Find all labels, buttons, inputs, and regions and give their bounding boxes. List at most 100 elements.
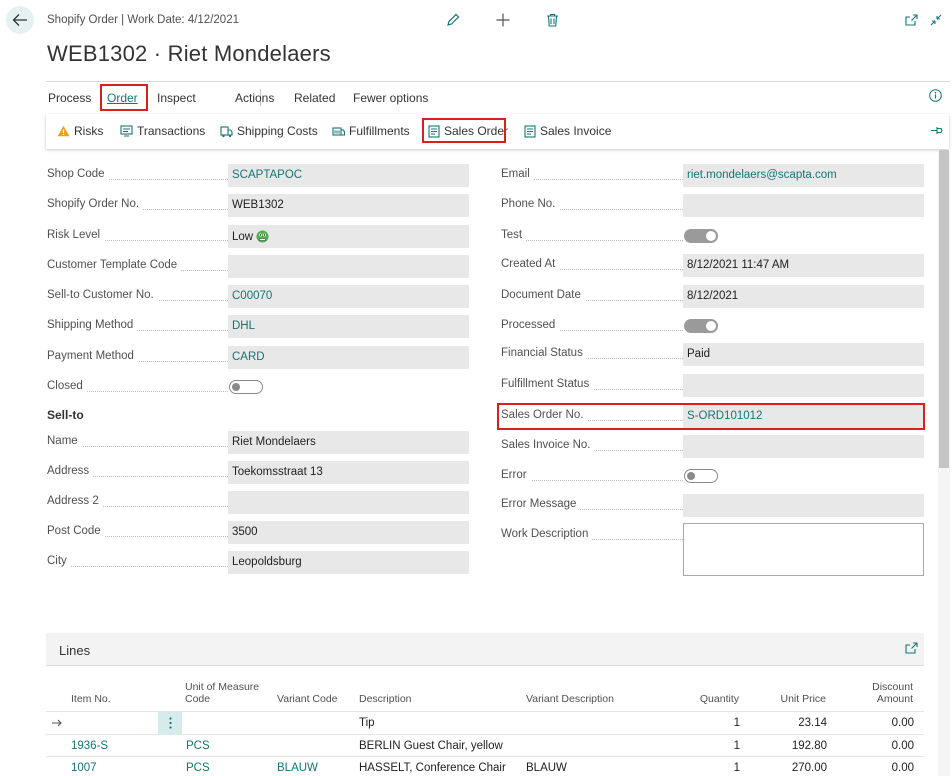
row-variant-code[interactable]: BLAUW	[277, 762, 318, 774]
risks-button[interactable]: Risks	[57, 124, 103, 138]
fulfillments-button[interactable]: Fulfillments	[332, 124, 410, 138]
field-error-message: Error Message	[501, 494, 924, 517]
info-icon	[929, 89, 942, 102]
field-phone-no: Phone No.	[501, 194, 924, 217]
highlight-box-sales-order	[422, 118, 506, 143]
address-value[interactable]: Toekomsstraat 13	[228, 461, 469, 484]
phone-no-value[interactable]	[683, 194, 924, 217]
col-variant-description[interactable]: Variant Description	[526, 693, 614, 705]
work-description-textarea[interactable]	[683, 523, 924, 576]
sell-to-customer-no-value[interactable]: C00070	[228, 285, 469, 308]
row-description: Tip	[359, 717, 375, 729]
field-city: City Leopoldsburg	[47, 551, 469, 574]
created-at-value: 8/12/2021 11:47 AM	[683, 254, 924, 277]
scrollbar-thumb[interactable]	[939, 150, 949, 468]
row-discount: 0.00	[891, 717, 914, 729]
current-row-arrow-icon	[52, 719, 62, 727]
field-payment-method: Payment Method CARD	[47, 346, 469, 369]
field-error: Error	[501, 465, 924, 488]
address-2-value[interactable]	[228, 491, 469, 514]
menu-inspect[interactable]: Inspect	[157, 91, 196, 105]
col-item-no[interactable]: Item No.	[71, 693, 111, 705]
highlight-box-sales-order-no	[497, 403, 925, 430]
row-variant-description: BLAUW	[526, 762, 567, 774]
closed-toggle[interactable]	[229, 380, 263, 394]
post-code-value[interactable]: 3500	[228, 521, 469, 544]
field-sales-invoice-no: Sales Invoice No.	[501, 435, 924, 458]
delete-button[interactable]	[544, 12, 560, 28]
shopify-order-no-value: WEB1302	[228, 194, 469, 217]
error-toggle[interactable]	[684, 469, 718, 483]
field-fulfillment-status: Fulfillment Status	[501, 374, 924, 397]
col-uom-line1[interactable]: Unit of Measure	[185, 681, 259, 693]
menu-fewer-options[interactable]: Fewer options	[353, 91, 428, 105]
shipping-method-value[interactable]: DHL	[228, 315, 469, 338]
field-customer-template-code: Customer Template Code	[47, 255, 469, 278]
row-description: HASSELT, Conference Chair	[359, 762, 506, 774]
open-new-window-button[interactable]	[903, 12, 919, 28]
collapse-icon	[930, 14, 942, 26]
row-description: BERLIN Guest Chair, yellow	[359, 740, 503, 752]
col-quantity[interactable]: Quantity	[669, 693, 739, 705]
field-processed: Processed	[501, 315, 924, 338]
risks-label: Risks	[74, 124, 104, 138]
field-test: Test	[501, 225, 924, 248]
row-uom[interactable]: PCS	[186, 762, 210, 774]
lines-expand-button[interactable]	[905, 642, 918, 657]
shipping-costs-button[interactable]: Shipping Costs	[220, 124, 318, 138]
field-address: Address Toekomsstraat 13	[47, 461, 469, 484]
row-item-no[interactable]: 1007	[71, 762, 97, 774]
row-quantity: 1	[733, 762, 740, 774]
order-actions-toolbar: Risks Transactions Shipping Costs Fulfil…	[46, 114, 949, 149]
menu-process[interactable]: Process	[48, 91, 91, 105]
menu-actions[interactable]: Actions	[235, 91, 274, 105]
row-quantity: 1	[733, 740, 740, 752]
row-item-no[interactable]: 1936-S	[71, 740, 108, 752]
row-more-options-button[interactable]	[158, 712, 182, 734]
expand-icon	[905, 642, 918, 654]
field-shop-code: Shop Code SCAPTAPOC	[47, 164, 469, 187]
table-row[interactable]: 1936-S PCS BERLIN Guest Chair, yellow 1 …	[46, 734, 924, 757]
field-financial-status: Financial Status Paid	[501, 343, 924, 366]
new-button[interactable]	[495, 12, 511, 28]
page-caption: Shopify Order | Work Date: 4/12/2021	[47, 14, 239, 26]
field-address-2: Address 2	[47, 491, 469, 514]
sales-invoice-no-value[interactable]	[683, 435, 924, 458]
email-value[interactable]: riet.mondelaers@scapta.com	[683, 164, 924, 187]
more-options-icon	[168, 717, 172, 729]
test-toggle[interactable]	[684, 229, 718, 243]
table-row[interactable]: 1007 PCS BLAUW HASSELT, Conference Chair…	[46, 756, 924, 776]
menu-related[interactable]: Related	[294, 91, 335, 105]
col-uom-line2[interactable]: Code	[185, 693, 210, 705]
row-uom[interactable]: PCS	[186, 740, 210, 752]
edit-button[interactable]	[445, 12, 461, 28]
field-name: Name Riet Mondelaers	[47, 431, 469, 454]
transactions-button[interactable]: Transactions	[120, 124, 205, 138]
fulfillments-label: Fulfillments	[349, 124, 410, 138]
back-button[interactable]	[6, 6, 34, 34]
col-discount-line2[interactable]: Amount	[833, 693, 913, 705]
row-unit-price: 270.00	[791, 762, 827, 774]
shipping-costs-icon	[220, 125, 233, 137]
name-value[interactable]: Riet Mondelaers	[228, 431, 469, 454]
city-value[interactable]: Leopoldsburg	[228, 551, 469, 574]
table-row[interactable]: Tip 1 23.14 0.00	[46, 711, 924, 734]
field-risk-level: Risk Level Low	[47, 225, 469, 248]
document-date-value[interactable]: 8/12/2021	[683, 285, 924, 308]
row-discount: 0.00	[891, 740, 914, 752]
back-arrow-icon	[12, 14, 27, 26]
processed-toggle[interactable]	[684, 319, 718, 333]
pin-button[interactable]	[930, 125, 943, 139]
payment-method-value[interactable]: CARD	[228, 346, 469, 369]
collapse-button[interactable]	[928, 12, 944, 28]
shop-code-value[interactable]: SCAPTAPOC	[228, 164, 469, 187]
col-unit-price[interactable]: Unit Price	[746, 693, 826, 705]
page-title: WEB1302 · Riet Mondelaers	[47, 41, 331, 66]
col-description[interactable]: Description	[359, 693, 412, 705]
sales-invoice-button[interactable]: Sales Invoice	[524, 124, 611, 138]
sales-invoice-label: Sales Invoice	[540, 124, 612, 138]
info-button[interactable]	[929, 89, 942, 105]
col-variant-code[interactable]: Variant Code	[277, 693, 338, 705]
col-discount-line1[interactable]: Discount	[833, 681, 913, 693]
customer-template-code-value[interactable]	[228, 255, 469, 278]
